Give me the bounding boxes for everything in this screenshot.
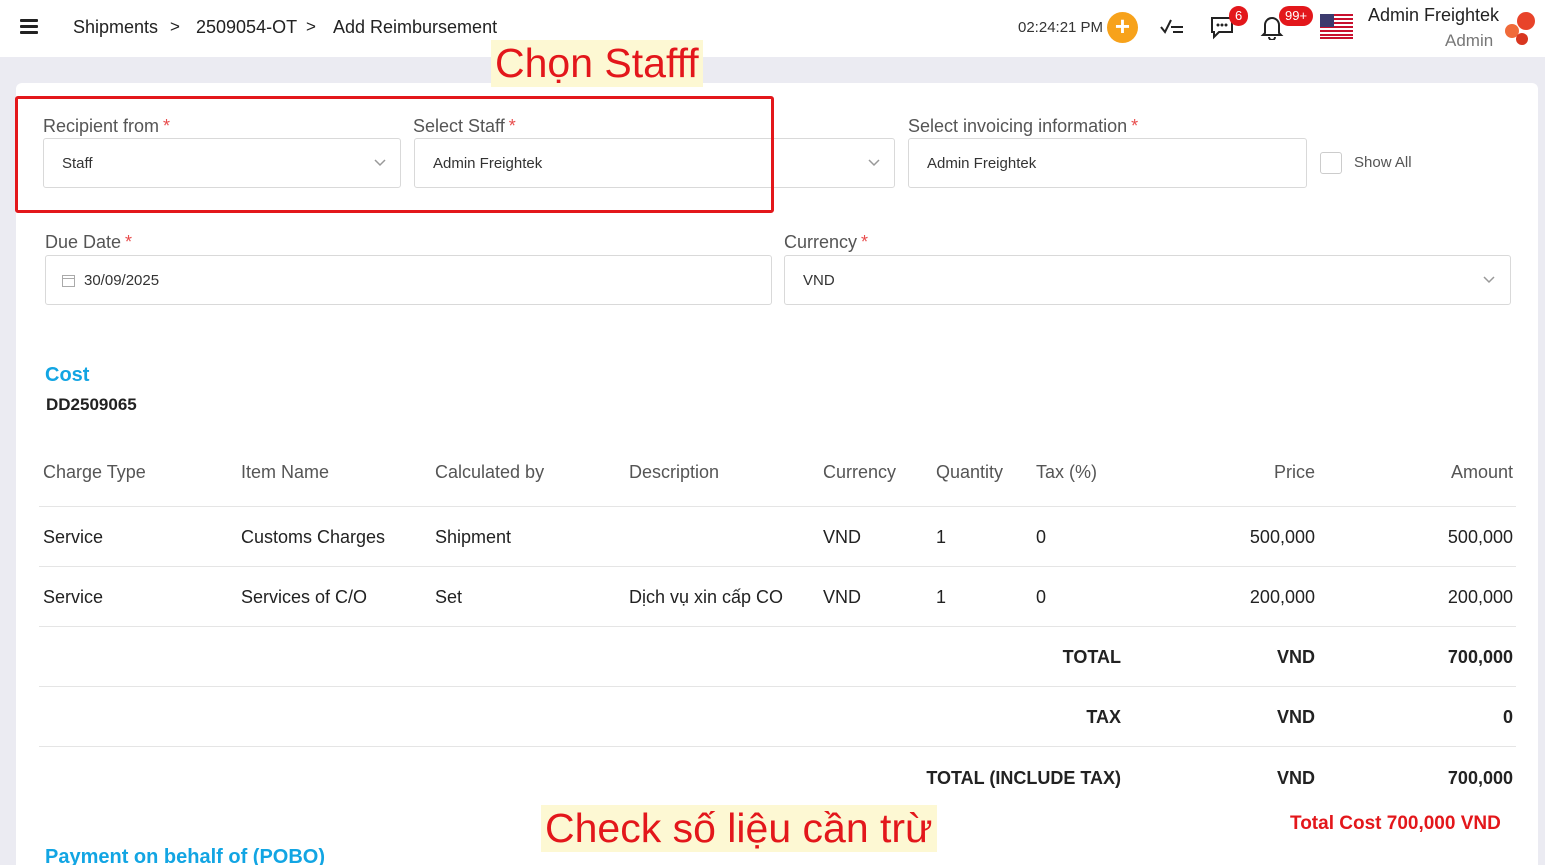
highlight-box <box>15 96 774 213</box>
summary-label: TOTAL (INCLUDE TAX) <box>926 768 1121 788</box>
currency-value: VND <box>803 272 835 289</box>
cell-price: 500,000 <box>1249 527 1315 547</box>
table-divider <box>39 746 1516 747</box>
cell-description: Dịch vụ xin cấp CO <box>629 587 784 607</box>
cell-currency: VND <box>823 527 862 547</box>
chevron-down-icon <box>1483 276 1495 284</box>
cell-item-name: Customs Charges <box>241 527 386 547</box>
cell-charge-type: Service <box>43 587 104 607</box>
column-header: Amount <box>1450 462 1513 482</box>
chevron-down-icon <box>868 159 880 167</box>
show-all-label[interactable]: Show All <box>1354 154 1412 171</box>
column-header: Description <box>629 462 720 482</box>
us-flag-language-icon[interactable] <box>1320 14 1353 39</box>
cell-charge-type: Service <box>43 527 104 547</box>
cost-section-title: Cost <box>45 364 90 386</box>
total-cost: Total Cost 700,000 VND <box>1290 813 1501 834</box>
add-plus-button[interactable]: + <box>1107 12 1138 43</box>
cell-currency: VND <box>823 587 862 607</box>
table-divider <box>39 686 1516 687</box>
summary-value: 0 <box>1502 707 1513 727</box>
cell-calculated-by: Shipment <box>435 527 512 547</box>
due-date-label: Due Date * <box>45 232 133 252</box>
breadcrumb-separator: > <box>306 17 316 36</box>
tasks-check-icon[interactable] <box>1159 14 1185 40</box>
top-header: Shipments > 2509054-OT > Add Reimburseme… <box>0 0 1545 57</box>
calendar-icon <box>62 275 75 287</box>
show-all-checkbox[interactable] <box>1320 152 1342 174</box>
breadcrumb-separator: > <box>170 17 180 36</box>
cell-amount: 500,000 <box>1447 527 1513 547</box>
cell-quantity: 1 <box>936 587 947 607</box>
user-role: Admin <box>1445 31 1494 50</box>
cell-tax: 0 <box>1036 587 1047 607</box>
cell-calculated-by: Set <box>435 587 463 607</box>
column-header: Item Name <box>241 462 330 482</box>
annotation-choose-staff: Chọn Stafff <box>491 40 703 87</box>
summary-currency: VND <box>1276 647 1315 667</box>
cell-price: 200,000 <box>1249 587 1315 607</box>
column-header: Price <box>1273 462 1315 482</box>
summary-value: 700,000 <box>1447 647 1513 667</box>
cost-code: DD2509065 <box>46 395 137 414</box>
invoicing-info-label: Select invoicing information * <box>908 116 1139 136</box>
table-divider <box>39 566 1516 567</box>
breadcrumb-shipment-id[interactable]: 2509054-OT <box>196 17 297 38</box>
cell-amount: 200,000 <box>1447 587 1513 607</box>
currency-select[interactable]: VND <box>784 255 1511 305</box>
user-name[interactable]: Admin Freightek <box>1368 5 1499 26</box>
summary-currency: VND <box>1276 768 1315 788</box>
column-header: Currency <box>823 462 897 482</box>
invoicing-info-select[interactable]: Admin Freightek <box>908 138 1307 188</box>
table-divider <box>39 506 1516 507</box>
breadcrumb-shipments[interactable]: Shipments <box>73 17 158 38</box>
summary-value: 700,000 <box>1447 768 1513 788</box>
cell-item-name: Services of C/O <box>241 587 368 607</box>
messages-badge: 6 <box>1229 6 1249 26</box>
summary-currency: VND <box>1276 707 1315 727</box>
currency-label: Currency * <box>784 232 869 252</box>
summary-label: TOTAL <box>1062 647 1121 667</box>
notifications-badge: 99+ <box>1279 6 1314 26</box>
cell-tax: 0 <box>1036 527 1047 547</box>
annotation-check-numbers: Check số liệu cần trừ <box>541 805 937 852</box>
breadcrumb-current-page: Add Reimbursement <box>333 17 498 37</box>
column-header: Calculated by <box>435 462 545 482</box>
company-logo-icon <box>1505 12 1535 45</box>
invoicing-info-value: Admin Freightek <box>927 155 1037 172</box>
clock: 02:24:21 PM <box>1018 19 1104 36</box>
due-date-picker[interactable]: 30/09/2025 <box>45 255 772 305</box>
column-header: Charge Type <box>43 462 146 482</box>
summary-label: TAX <box>1086 707 1121 727</box>
column-header: Quantity <box>936 462 1004 482</box>
cell-quantity: 1 <box>936 527 947 547</box>
column-header: Tax (%) <box>1036 462 1098 482</box>
pobo-section-title: Payment on behalf of (POBO) <box>45 846 326 865</box>
table-divider <box>39 626 1516 627</box>
due-date-value: 30/09/2025 <box>84 272 160 289</box>
hamburger-menu-icon[interactable] <box>20 19 38 35</box>
